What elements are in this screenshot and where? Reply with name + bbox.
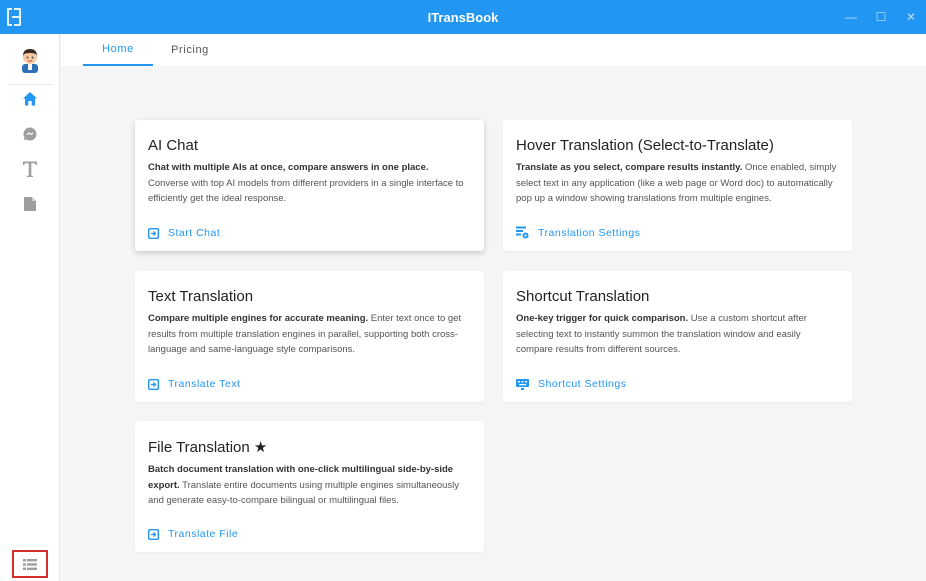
avatar[interactable] [19,47,41,73]
card-title: Shortcut Translation [516,288,650,305]
card-title: File Translation ★ [148,439,268,456]
tab-pricing[interactable]: Pricing [157,34,223,66]
menu-button[interactable] [12,550,48,578]
menu-list-icon [23,558,37,570]
sidebar [0,34,60,581]
sidebar-item-chat[interactable] [0,117,60,151]
action-label: Translation Settings [538,226,641,239]
minimize-button[interactable]: — [836,0,866,34]
start-chat-button[interactable]: Start Chat [148,227,220,239]
app-logo-icon [7,8,21,26]
ai-chat-card: AI Chat Chat with multiple AIs at once, … [135,120,484,251]
chat-bubble-icon [23,127,37,141]
window-title: ITransBook [427,9,499,25]
settings-list-icon [516,226,529,239]
action-label: Start Chat [168,227,221,239]
card-description: One-key trigger for quick comparison. Us… [516,313,807,355]
tab-bar: Home Pricing [61,34,926,66]
card-description: Compare multiple engines for accurate me… [148,313,462,355]
sidebar-item-home[interactable] [0,82,60,116]
tab-home[interactable]: Home [83,34,153,66]
card-title: Hover Translation (Select-to-Translate) [516,137,774,154]
keyboard-icon [516,378,529,390]
text-translation-card: Text Translation Compare multiple engine… [135,271,484,402]
file-translation-card: File Translation ★ Batch document transl… [135,421,484,552]
sidebar-item-text-translation[interactable] [0,152,60,186]
window-controls: — ☐ ✕ [836,0,926,34]
maximize-button[interactable]: ☐ [866,0,896,34]
enter-arrow-icon [148,528,159,540]
enter-arrow-icon [148,227,159,239]
title-bar: ITransBook — ☐ ✕ [0,0,926,34]
action-label: Translate File [168,528,239,540]
translate-file-button[interactable]: Translate File [148,528,238,540]
document-icon [24,197,36,211]
enter-arrow-icon [148,378,159,390]
sidebar-item-file-translation[interactable] [0,187,60,221]
card-title: Text Translation [148,288,254,305]
shortcut-settings-button[interactable]: Shortcut Settings [516,378,626,390]
close-button[interactable]: ✕ [896,0,926,34]
home-icon [23,92,37,106]
shortcut-translation-card: Shortcut Translation One-key trigger for… [503,271,852,402]
card-description: Batch document translation with one-clic… [148,464,460,506]
card-description: Chat with multiple AIs at once, compare … [148,162,464,204]
card-title: AI Chat [148,137,199,154]
translate-text-button[interactable]: Translate Text [148,378,240,390]
text-t-icon [23,161,37,177]
card-description: Translate as you select, compare results… [516,162,837,204]
action-label: Translate Text [168,378,241,390]
action-label: Shortcut Settings [538,378,627,390]
translation-settings-button[interactable]: Translation Settings [516,226,640,239]
hover-translation-card: Hover Translation (Select-to-Translate) … [503,120,852,251]
